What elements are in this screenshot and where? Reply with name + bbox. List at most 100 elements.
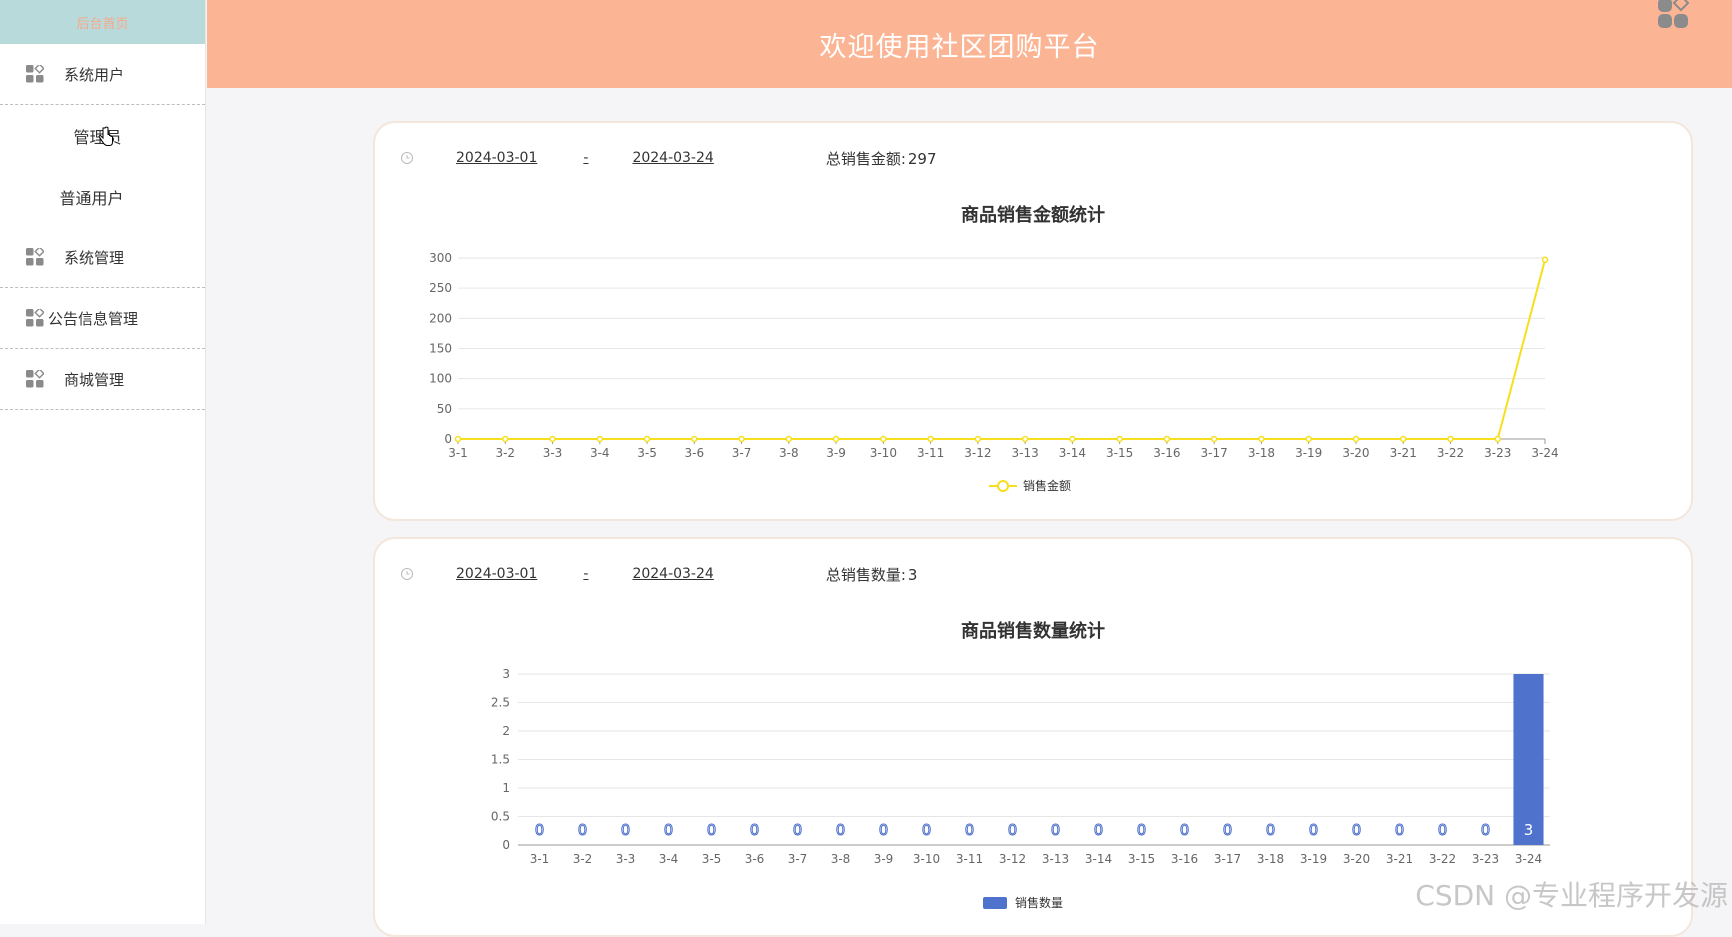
x-tick-label: 3-4	[590, 446, 610, 460]
bar-data-label: 0	[965, 821, 975, 839]
data-point	[1353, 437, 1358, 442]
menu-group-label: 系统用户	[64, 64, 124, 85]
bar-data-label: 0	[1051, 821, 1061, 839]
x-tick-label: 3-14	[1059, 446, 1086, 460]
y-tick-label: 0.5	[491, 810, 510, 824]
data-point	[1448, 437, 1453, 442]
x-tick-label: 3-5	[702, 852, 722, 866]
y-tick-label: 50	[437, 402, 452, 416]
top-header: 欢迎使用社区团购平台	[207, 0, 1732, 88]
legend-label: 销售数量	[1015, 895, 1063, 910]
menu-group-system-users[interactable]: 系统用户	[0, 44, 205, 105]
y-tick-label: 250	[429, 281, 452, 295]
x-tick-label: 3-1	[448, 446, 468, 460]
data-point	[645, 437, 650, 442]
y-tick-label: 1	[502, 781, 510, 795]
bar-data-label: 0	[1352, 821, 1362, 839]
x-tick-label: 3-19	[1295, 446, 1322, 460]
menu-group-label: 商城管理	[64, 369, 124, 390]
bar-data-label: 0	[621, 821, 631, 839]
data-point	[928, 437, 933, 442]
x-tick-label: 3-13	[1042, 852, 1069, 866]
x-tick-label: 3-7	[732, 446, 752, 460]
menu-group-mall[interactable]: 商城管理	[0, 349, 205, 410]
x-tick-label: 3-21	[1390, 446, 1417, 460]
x-tick-label: 3-14	[1085, 852, 1112, 866]
x-tick-label: 3-2	[573, 852, 593, 866]
bar-data-label: 0	[1094, 821, 1104, 839]
x-tick-label: 3-1	[530, 852, 550, 866]
home-link[interactable]: 后台首页	[0, 0, 205, 44]
x-tick-label: 3-2	[495, 446, 515, 460]
data-point	[1070, 437, 1075, 442]
page-title: 欢迎使用社区团购平台	[820, 25, 1100, 64]
bar	[1513, 674, 1543, 845]
x-tick-label: 3-13	[1012, 446, 1039, 460]
bar-data-label: 3	[1524, 821, 1534, 839]
x-tick-label: 3-23	[1472, 852, 1499, 866]
x-tick-label: 3-22	[1429, 852, 1456, 866]
data-point	[456, 437, 461, 442]
x-tick-label: 3-15	[1128, 852, 1155, 866]
x-tick-label: 3-12	[999, 852, 1026, 866]
x-tick-label: 3-10	[870, 446, 897, 460]
y-tick-label: 200	[429, 311, 452, 325]
grid-apps-icon	[26, 248, 44, 266]
x-tick-label: 3-23	[1484, 446, 1511, 460]
user-avatar-icon[interactable]	[1656, 0, 1692, 32]
x-tick-label: 3-21	[1386, 852, 1413, 866]
x-tick-label: 3-17	[1214, 852, 1241, 866]
x-tick-label: 3-3	[543, 446, 563, 460]
legend-marker	[983, 897, 1007, 909]
data-point	[1023, 437, 1028, 442]
bar-data-label: 0	[1395, 821, 1405, 839]
bar-data-label: 0	[578, 821, 588, 839]
series-line	[458, 260, 1545, 439]
data-point	[1401, 437, 1406, 442]
x-tick-label: 3-10	[913, 852, 940, 866]
menu-group-system-management[interactable]: 系统管理	[0, 227, 205, 288]
y-tick-label: 100	[429, 372, 452, 386]
x-tick-label: 3-12	[964, 446, 991, 460]
x-tick-label: 3-9	[874, 852, 894, 866]
y-tick-label: 0	[444, 432, 452, 446]
x-tick-label: 3-8	[779, 446, 799, 460]
bar-data-label: 0	[1137, 821, 1147, 839]
x-tick-label: 3-16	[1153, 446, 1180, 460]
hand-cursor-icon	[98, 126, 114, 148]
x-tick-label: 3-24	[1531, 446, 1558, 460]
grid-apps-icon	[26, 370, 44, 388]
x-tick-label: 3-18	[1248, 446, 1275, 460]
data-point	[1164, 437, 1169, 442]
y-tick-label: 2.5	[491, 696, 510, 710]
x-tick-label: 3-24	[1515, 852, 1542, 866]
x-tick-label: 3-11	[917, 446, 944, 460]
data-point	[503, 437, 508, 442]
x-tick-label: 3-18	[1257, 852, 1284, 866]
bar-data-label: 0	[1438, 821, 1448, 839]
y-tick-label: 2	[502, 724, 510, 738]
bar-data-label: 0	[1309, 821, 1319, 839]
x-tick-label: 3-11	[956, 852, 983, 866]
data-point	[1306, 437, 1311, 442]
bar-data-label: 0	[836, 821, 846, 839]
x-tick-label: 3-17	[1201, 446, 1228, 460]
y-tick-label: 150	[429, 342, 452, 356]
data-point	[1212, 437, 1217, 442]
data-point	[1117, 437, 1122, 442]
x-tick-label: 3-7	[788, 852, 808, 866]
menu-group-announcement[interactable]: 公告信息管理	[0, 288, 205, 349]
sales-amount-card: 2024-03-01 - 2024-03-24 总销售金额:297 商品销售金额…	[373, 121, 1693, 521]
data-point	[597, 437, 602, 442]
sidebar-item-normal-user[interactable]: 普通用户	[0, 166, 205, 227]
legend-label: 销售金额	[1023, 478, 1071, 493]
y-tick-label: 3	[502, 667, 510, 681]
bar-data-label: 0	[707, 821, 717, 839]
x-tick-label: 3-6	[684, 446, 704, 460]
x-tick-label: 3-20	[1343, 852, 1370, 866]
bar-data-label: 0	[1180, 821, 1190, 839]
x-tick-label: 3-15	[1106, 446, 1133, 460]
data-point	[975, 437, 980, 442]
y-tick-label: 0	[502, 838, 510, 852]
data-point	[1543, 257, 1548, 262]
